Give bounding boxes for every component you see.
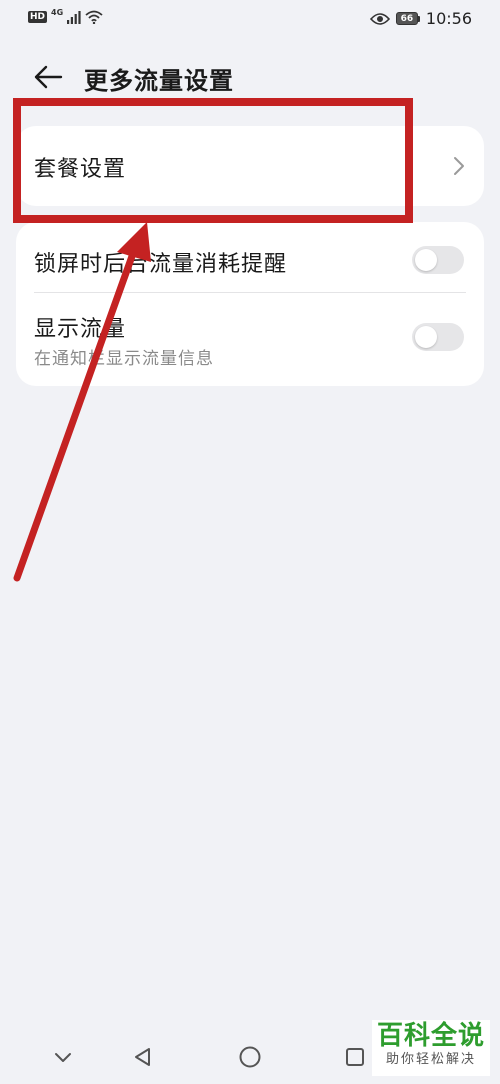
nav-home-button[interactable]: [235, 1042, 265, 1072]
show-data-toggle[interactable]: [412, 323, 464, 351]
hd-badge: HD: [28, 11, 48, 23]
battery-level: 66: [395, 12, 418, 25]
show-data-description: 在通知栏显示流量信息: [34, 349, 214, 369]
eye-icon: [369, 12, 390, 25]
battery-icon: 66: [395, 12, 420, 25]
battery-tip: [417, 15, 420, 22]
plan-settings-label: 套餐设置: [34, 157, 127, 182]
clock: 10:56: [425, 9, 472, 28]
page-title: 更多流量设置: [84, 67, 234, 95]
plan-settings-card: 套餐设置: [16, 126, 484, 206]
nav-back-button[interactable]: [128, 1042, 158, 1072]
status-left: HD 4G: [28, 7, 103, 24]
lockscreen-reminder-toggle[interactable]: [412, 246, 464, 274]
show-data-row: 显示流量 在通知栏显示流量信息: [16, 293, 484, 386]
show-data-label: 显示流量: [34, 317, 127, 342]
chevron-down-icon: [55, 1053, 71, 1062]
lockscreen-reminder-row: 锁屏时后台流量消耗提醒: [16, 222, 484, 292]
status-bar: HD 4G 66 10:56: [0, 0, 500, 38]
chevron-right-icon: [454, 157, 464, 175]
watermark: 百科全说 助你轻松解决: [372, 1020, 490, 1076]
wifi-icon: [85, 10, 103, 24]
nav-recents-button[interactable]: [340, 1042, 370, 1072]
network-type: 4G: [51, 7, 64, 17]
signal-icon: [67, 10, 81, 24]
nav-collapse-button[interactable]: [48, 1042, 78, 1072]
watermark-subtitle: 助你轻松解决: [385, 1052, 476, 1067]
watermark-title: 百科全说: [376, 1021, 485, 1051]
recents-square-icon: [346, 1048, 364, 1066]
header: 更多流量设置: [0, 55, 500, 99]
arrow-left-icon: [34, 65, 63, 89]
back-triangle-icon: [135, 1048, 150, 1066]
home-circle-icon: [239, 1046, 261, 1068]
lockscreen-reminder-label: 锁屏时后台流量消耗提醒: [34, 252, 288, 277]
plan-settings-row[interactable]: 套餐设置: [16, 126, 484, 206]
toggle-knob: [415, 249, 437, 271]
status-right: 66 10:56: [369, 9, 472, 28]
toggle-knob: [415, 326, 437, 348]
data-options-card: 锁屏时后台流量消耗提醒 显示流量 在通知栏显示流量信息: [16, 222, 484, 386]
back-button[interactable]: [30, 62, 66, 92]
